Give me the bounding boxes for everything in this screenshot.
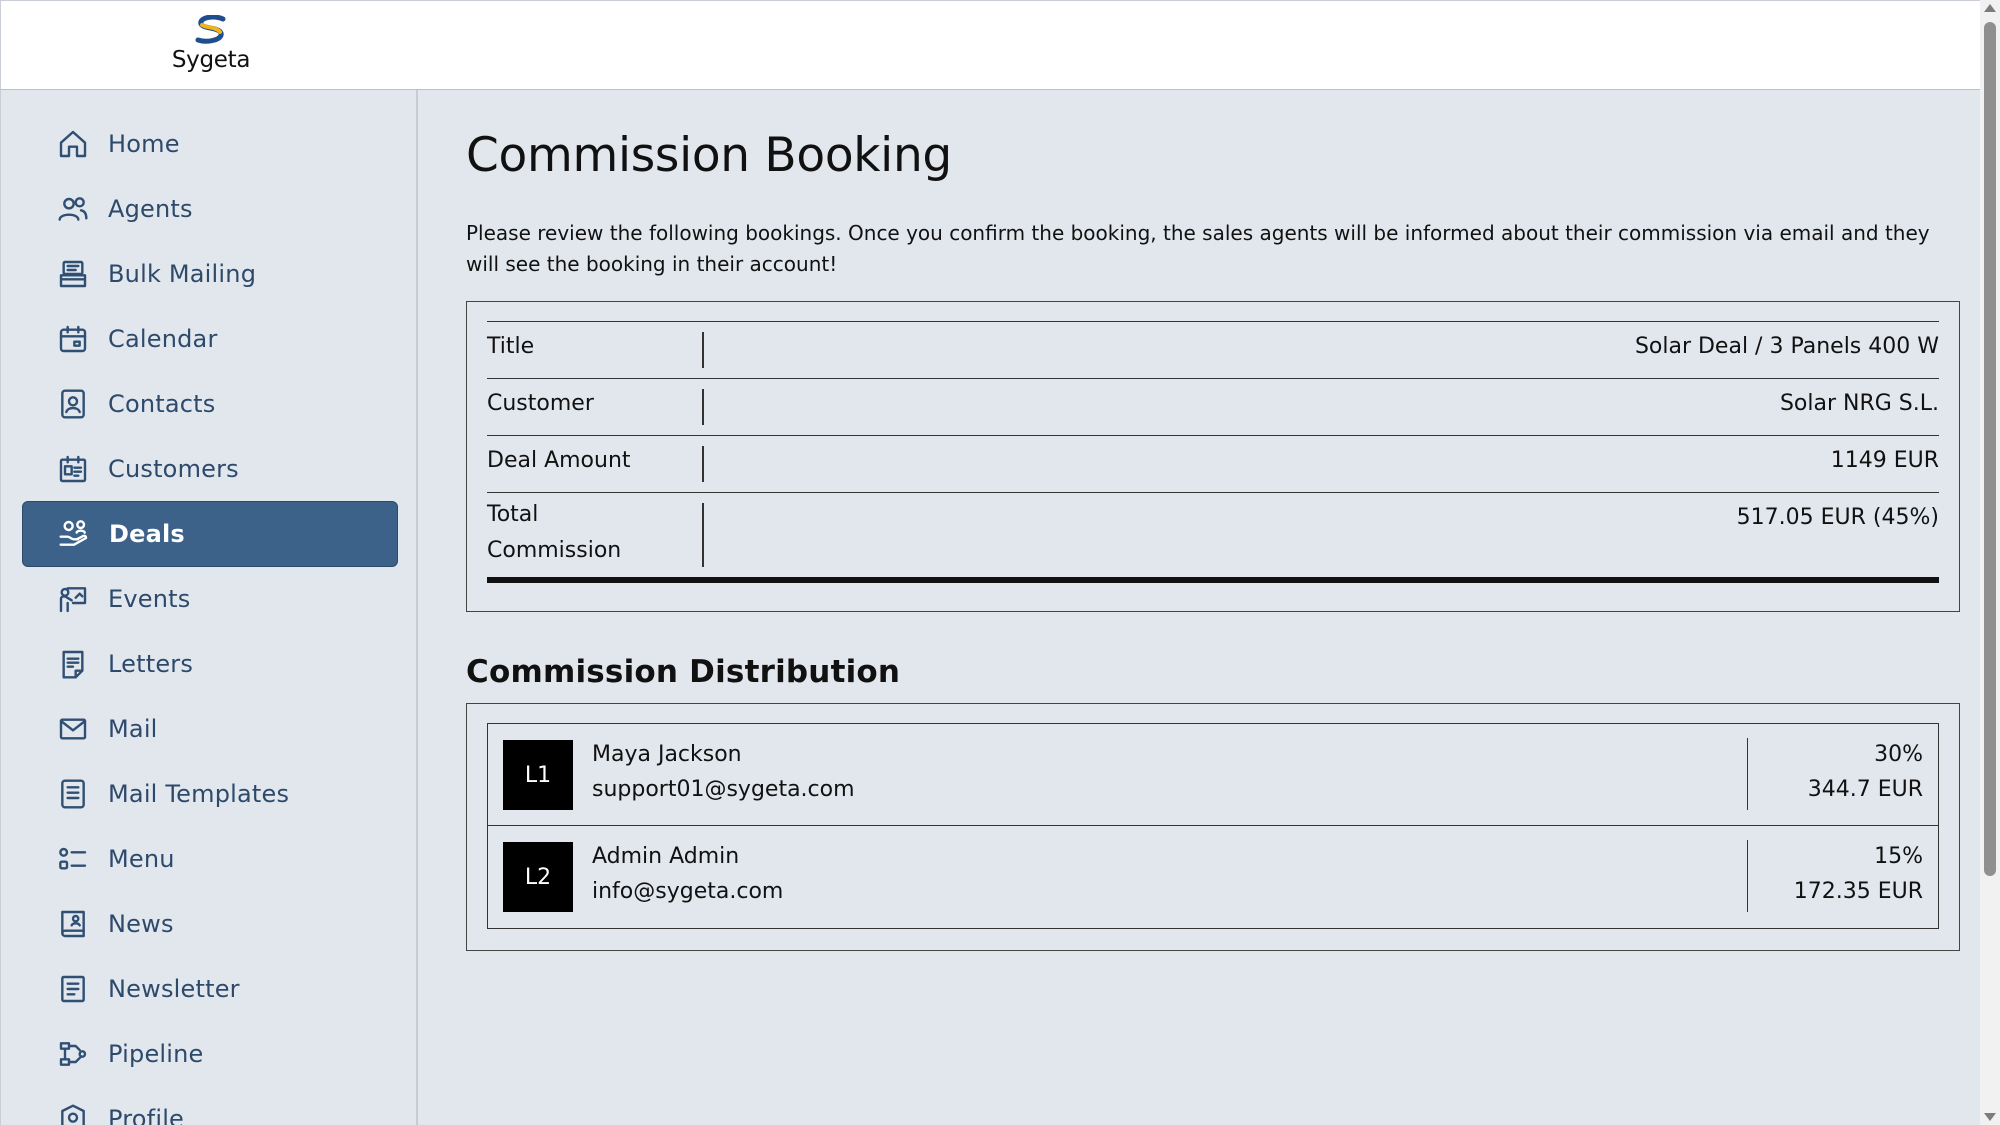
sidebar-item-label: Newsletter (108, 975, 240, 1003)
page-scrollbar[interactable] (1980, 0, 2000, 1125)
sidebar-item-mail-templates[interactable]: Mail Templates (22, 761, 398, 827)
detail-row-total-commission: Total Commission 517.05 EUR (45%) (487, 493, 1939, 583)
template-list-icon (56, 777, 90, 811)
distribution-title: Commission Distribution (466, 654, 901, 690)
sidebar-item-bulk-mailing[interactable]: Bulk Mailing (22, 241, 398, 307)
sidebar-item-letters[interactable]: Letters (22, 631, 398, 697)
users-icon (56, 192, 90, 226)
envelope-icon (56, 712, 90, 746)
agent-email: info@sygeta.com (592, 879, 784, 904)
agent-name: Maya Jackson (592, 742, 742, 767)
sidebar-nav: Home Agents Bulk Mailing Calendar Contac… (0, 90, 418, 1125)
detail-key: Deal Amount (487, 448, 631, 473)
newsletter-icon (56, 972, 90, 1006)
detail-value: Solar NRG S.L. (1779, 391, 1939, 416)
sidebar-item-news[interactable]: News (22, 891, 398, 957)
sidebar-item-home[interactable]: Home (22, 111, 398, 177)
detail-value: 517.05 EUR (45%) (1736, 505, 1939, 530)
column-divider (702, 446, 704, 482)
sidebar-item-label: Contacts (108, 390, 216, 418)
sidebar-item-label: Customers (108, 455, 239, 483)
sidebar-item-newsletter[interactable]: Newsletter (22, 956, 398, 1022)
sidebar-item-label: Events (108, 585, 191, 613)
customers-calendar-icon (56, 452, 90, 486)
detail-key: Total Commission (487, 502, 622, 563)
sidebar-item-label: Deals (109, 520, 185, 548)
sidebar-item-label: Home (108, 130, 180, 158)
booking-details-table: Title Solar Deal / 3 Panels 400 W Custom… (487, 321, 1939, 583)
sidebar-item-customers[interactable]: Customers (22, 436, 398, 502)
sidebar-item-deals[interactable]: Deals (22, 501, 398, 567)
level-badge: L2 (503, 842, 573, 912)
sidebar-item-label: Letters (108, 650, 194, 678)
sidebar-item-pipeline[interactable]: Pipeline (22, 1021, 398, 1087)
agent-email: support01@sygeta.com (592, 777, 855, 802)
column-divider (702, 332, 704, 368)
agent-name: Admin Admin (592, 844, 740, 869)
hand-coins-icon (57, 517, 91, 551)
brand-logo[interactable]: Sygeta (161, 15, 261, 77)
commission-amount: 344.7 EUR (1807, 777, 1923, 802)
sidebar-item-label: Pipeline (108, 1040, 204, 1068)
scrollbar-thumb[interactable] (1984, 22, 1996, 876)
presentation-icon (56, 582, 90, 616)
sidebar-item-label: News (108, 910, 174, 938)
sidebar-item-events[interactable]: Events (22, 566, 398, 632)
news-icon (56, 907, 90, 941)
home-icon (56, 127, 90, 161)
calendar-icon (56, 322, 90, 356)
sidebar-item-calendar[interactable]: Calendar (22, 306, 398, 372)
column-divider (1747, 840, 1748, 912)
column-divider (702, 503, 704, 567)
distribution-row: L2 Admin Admin info@sygeta.com 15% 172.3… (488, 826, 1938, 928)
menu-list-icon (56, 842, 90, 876)
sidebar-item-agents[interactable]: Agents (22, 176, 398, 242)
detail-value: 1149 EUR (1830, 448, 1939, 473)
sidebar-item-label: Mail Templates (108, 780, 290, 808)
sidebar-item-label: Agents (108, 195, 193, 223)
sidebar-item-label: Bulk Mailing (108, 260, 257, 288)
sidebar-item-label: Menu (108, 845, 175, 873)
column-divider (1747, 738, 1748, 810)
detail-row-title: Title Solar Deal / 3 Panels 400 W (487, 322, 1939, 379)
commission-percent: 15% (1874, 844, 1923, 869)
sidebar-item-label: Profile (108, 1105, 185, 1125)
scroll-up-arrow-icon[interactable] (1984, 4, 1996, 12)
detail-value: Solar Deal / 3 Panels 400 W (1634, 334, 1939, 359)
commission-amount: 172.35 EUR (1793, 879, 1923, 904)
sidebar-item-menu[interactable]: Menu (22, 826, 398, 892)
distribution-row: L1 Maya Jackson support01@sygeta.com 30%… (488, 724, 1938, 826)
booking-details-box: Title Solar Deal / 3 Panels 400 W Custom… (466, 301, 1960, 612)
column-divider (702, 389, 704, 425)
detail-key: Title (487, 334, 535, 359)
brand-name: Sygeta (171, 47, 251, 73)
sygeta-logo-icon (195, 15, 226, 44)
distribution-table: L1 Maya Jackson support01@sygeta.com 30%… (487, 723, 1939, 929)
level-badge: L1 (503, 740, 573, 810)
intro-text: Please review the following bookings. On… (466, 221, 1930, 276)
sidebar-item-profile[interactable]: Profile (22, 1086, 398, 1125)
commission-percent: 30% (1874, 742, 1923, 767)
sidebar-item-mail[interactable]: Mail (22, 696, 398, 762)
document-icon (56, 647, 90, 681)
pipeline-icon (56, 1037, 90, 1071)
sidebar-item-contacts[interactable]: Contacts (22, 371, 398, 437)
sidebar-item-label: Calendar (108, 325, 218, 353)
detail-row-deal-amount: Deal Amount 1149 EUR (487, 436, 1939, 493)
detail-key: Customer (487, 391, 594, 416)
scroll-down-arrow-icon[interactable] (1984, 1113, 1996, 1121)
detail-row-customer: Customer Solar NRG S.L. (487, 379, 1939, 436)
profile-icon (56, 1102, 90, 1125)
main-content: Commission Booking Please review the fol… (466, 90, 1960, 1125)
sidebar-item-label: Mail (108, 715, 158, 743)
page-title: Commission Booking (466, 128, 952, 183)
distribution-box: L1 Maya Jackson support01@sygeta.com 30%… (466, 703, 1960, 951)
inbox-stack-icon (56, 257, 90, 291)
top-header: Sygeta (0, 0, 1980, 90)
contact-card-icon (56, 387, 90, 421)
